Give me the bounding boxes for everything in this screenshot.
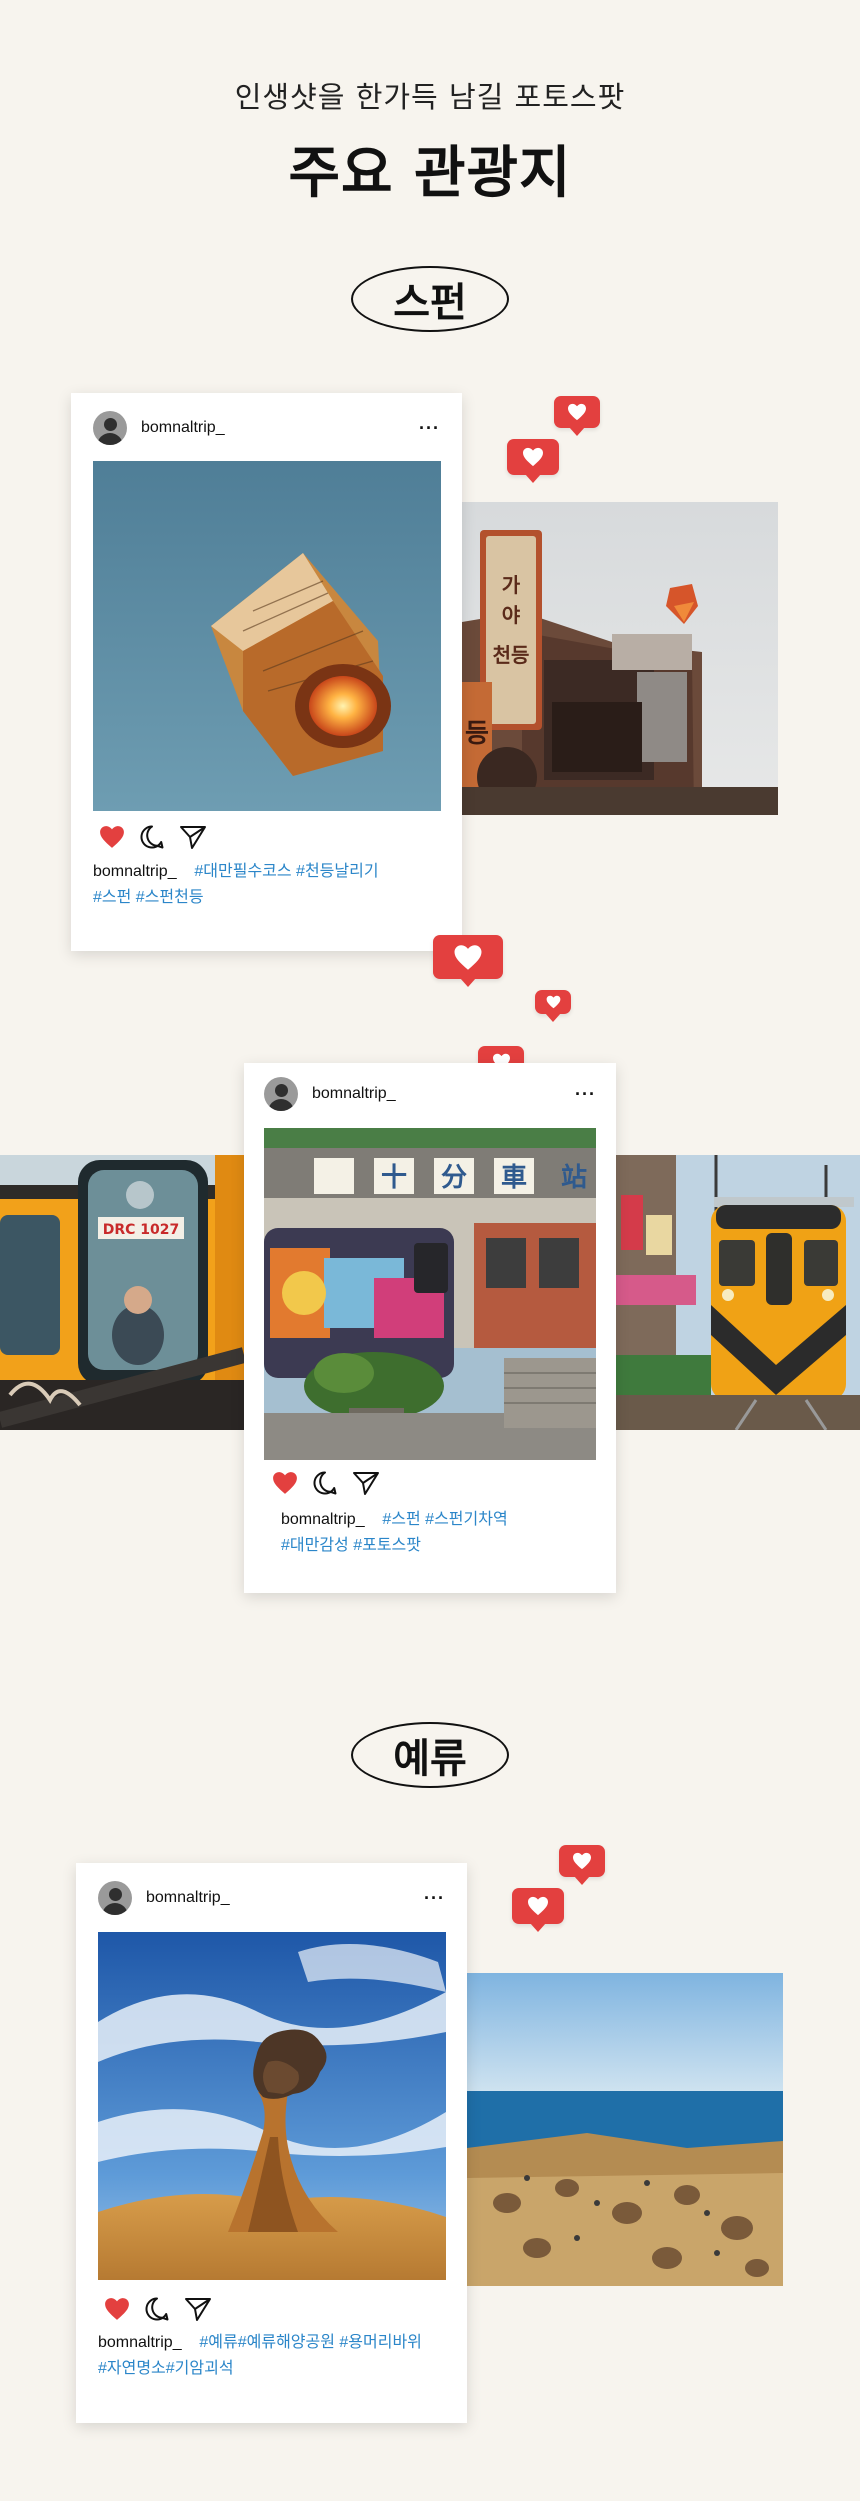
photo-train-window: DRC 1027 xyxy=(0,1155,244,1430)
svg-text:야: 야 xyxy=(502,603,521,627)
heart-icon xyxy=(573,1852,591,1870)
avatar[interactable] xyxy=(264,1077,298,1111)
hashtags-line-1[interactable]: #스펀 #스펀기차역 xyxy=(382,1511,507,1528)
post-actions xyxy=(104,2294,212,2324)
page-title: 주요 관광지 xyxy=(288,141,572,206)
post-caption: bomnaltrip_ #스펀 #스펀기차역 #대만감성 #포토스팟 xyxy=(281,1507,601,1559)
post-photo xyxy=(93,461,441,811)
section-label-yehliu: 예류 xyxy=(351,1722,509,1788)
caption-username[interactable]: bomnaltrip_ xyxy=(98,2334,182,2351)
post-username[interactable]: bomnaltrip_ xyxy=(312,1085,396,1103)
post-card: bomnaltrip_ ··· xyxy=(71,393,462,951)
post-header: bomnaltrip_ ··· xyxy=(264,1076,596,1112)
heart-icon xyxy=(454,944,482,970)
floating-like-badge xyxy=(559,1845,605,1885)
page-subtitle: 인생샷을 한가득 남길 포토스팟 xyxy=(234,80,626,114)
hashtags-line-2[interactable]: #대만감성 #포토스팟 xyxy=(281,1537,421,1554)
post-username[interactable]: bomnaltrip_ xyxy=(146,1889,230,1907)
comment-icon[interactable] xyxy=(144,2296,170,2322)
post-header: bomnaltrip_ ··· xyxy=(93,410,440,446)
post-actions xyxy=(99,822,207,852)
section-label-shifen: 스펀 xyxy=(351,266,509,332)
more-options-icon[interactable]: ··· xyxy=(575,1085,596,1103)
post-actions xyxy=(272,1468,380,1498)
photo-train-street xyxy=(616,1155,860,1430)
heart-icon[interactable] xyxy=(104,2297,130,2321)
caption-username[interactable]: bomnaltrip_ xyxy=(281,1511,365,1528)
heart-icon xyxy=(546,995,560,1009)
svg-text:등: 등 xyxy=(465,719,489,749)
send-icon[interactable] xyxy=(179,824,207,850)
floating-like-badge xyxy=(433,935,503,987)
station-sign-char: 十 xyxy=(381,1163,407,1193)
floating-like-badge xyxy=(554,396,600,436)
station-sign-char: 站 xyxy=(561,1163,587,1193)
station-sign-char: 車 xyxy=(501,1163,527,1193)
hashtags-line-1[interactable]: #대만필수코스 #천등날리기 xyxy=(194,863,378,880)
post-caption: bomnaltrip_ #대만필수코스 #천등날리기 #스펀 #스펀천등 xyxy=(93,859,445,911)
station-sign-char: 分 xyxy=(441,1163,467,1193)
avatar[interactable] xyxy=(93,411,127,445)
hashtags-line-2[interactable]: #자연명소#기암괴석 xyxy=(98,2360,234,2377)
heart-icon xyxy=(528,1896,548,1916)
comment-icon[interactable] xyxy=(312,1470,338,1496)
more-options-icon[interactable]: ··· xyxy=(419,419,440,437)
vertical-sign-text: 천등 xyxy=(493,643,530,667)
floating-like-badge xyxy=(507,439,559,483)
hashtags-line-1[interactable]: #예류#예류해양공원 #용머리바위 xyxy=(199,2334,422,2351)
post-username[interactable]: bomnaltrip_ xyxy=(141,419,225,437)
svg-text:가: 가 xyxy=(502,573,521,597)
send-icon[interactable] xyxy=(352,1470,380,1496)
floating-like-badge xyxy=(535,990,571,1022)
hashtags-line-2[interactable]: #스펀 #스펀천등 xyxy=(93,889,204,906)
post-card: bomnaltrip_ ··· xyxy=(76,1863,467,2423)
post-photo: 十 分 車 站 xyxy=(264,1128,596,1460)
floating-like-badge xyxy=(512,1888,564,1932)
heart-icon xyxy=(523,447,543,467)
heart-icon xyxy=(568,403,586,421)
photo-shifen-old-street: 가 야 천등 등 xyxy=(462,502,778,815)
photo-yehliu-coast xyxy=(467,1973,783,2286)
heart-icon[interactable] xyxy=(99,825,125,849)
heart-icon[interactable] xyxy=(272,1471,298,1495)
caption-username[interactable]: bomnaltrip_ xyxy=(93,863,177,880)
post-card: bomnaltrip_ ··· 十 分 車 站 bomnaltrip_ #스펀 … xyxy=(244,1063,616,1593)
send-icon[interactable] xyxy=(184,2296,212,2322)
comment-icon[interactable] xyxy=(139,824,165,850)
post-photo xyxy=(98,1932,446,2280)
train-number-sign: DRC 1027 xyxy=(103,1222,180,1238)
post-header: bomnaltrip_ ··· xyxy=(98,1880,445,1916)
more-options-icon[interactable]: ··· xyxy=(424,1889,445,1907)
post-caption: bomnaltrip_ #예류#예류해양공원 #용머리바위 #자연명소#기암괴석 xyxy=(98,2330,458,2382)
avatar[interactable] xyxy=(98,1881,132,1915)
